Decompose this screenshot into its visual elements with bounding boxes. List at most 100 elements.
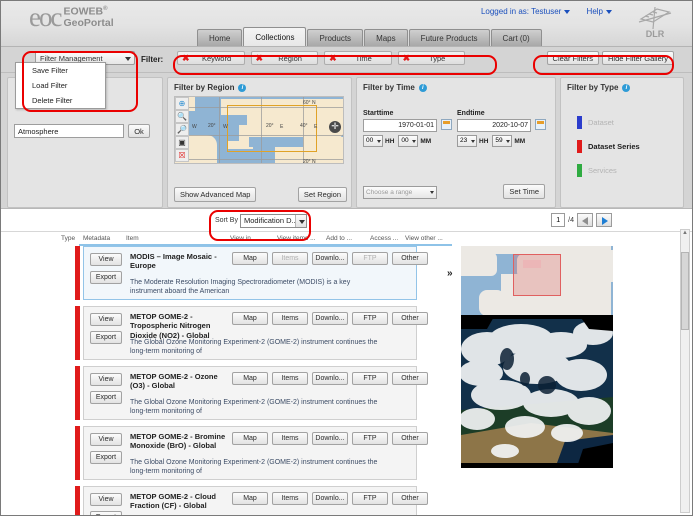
globe-icon[interactable]: ⊕ <box>175 97 189 110</box>
items-button[interactable]: Items <box>272 312 308 325</box>
pan-control-icon[interactable]: ✛ <box>329 121 341 133</box>
result-card[interactable]: View Export METOP GOME-2 - Bromine Monox… <box>83 426 428 480</box>
export-button[interactable]: Export <box>90 451 122 464</box>
zoom-out-icon[interactable]: 🔎 <box>175 123 189 136</box>
result-card[interactable]: View Export METOP GOME-2 - Tropospheric … <box>83 306 428 360</box>
view-button[interactable]: View <box>90 253 122 266</box>
map-button[interactable]: Map <box>232 372 268 385</box>
endtime-date-input[interactable] <box>457 119 531 132</box>
view-button[interactable]: View <box>90 313 122 326</box>
other-button[interactable]: Other <box>392 492 428 505</box>
remove-icon[interactable]: ✖ <box>399 52 415 64</box>
download-button[interactable]: Downlo... <box>312 312 348 325</box>
remove-icon[interactable]: ✖ <box>252 52 268 64</box>
items-button[interactable]: Items <box>272 492 308 505</box>
calendar-icon[interactable] <box>440 119 452 130</box>
world-coverage-map[interactable] <box>461 246 613 315</box>
tab-home[interactable]: Home <box>197 29 243 46</box>
starttime-date-input[interactable] <box>363 119 437 132</box>
table-row[interactable]: View Export METOP GOME-2 - Bromine Monox… <box>1 426 441 482</box>
sort-by-select[interactable]: Modification D... <box>240 214 307 228</box>
set-region-button[interactable]: Set Region <box>297 187 347 202</box>
download-button[interactable]: Downlo... <box>312 492 348 505</box>
ftp-button[interactable]: FTP <box>352 432 388 445</box>
logged-in-user-menu[interactable]: Logged in as: Testuser <box>481 7 571 16</box>
filter-chip-time[interactable]: ✖ Time <box>324 51 392 65</box>
hide-filter-gallery-button[interactable]: Hide Filter Gallery <box>601 51 674 65</box>
show-advanced-map-button[interactable]: Show Advanced Map <box>174 187 257 202</box>
tab-future-products[interactable]: Future Products <box>408 29 490 46</box>
starttime-minute-select[interactable]: 00 <box>398 135 419 147</box>
info-icon[interactable]: i <box>418 83 427 92</box>
next-page-button[interactable] <box>596 213 612 227</box>
export-button[interactable]: Export <box>90 511 122 515</box>
download-button[interactable]: Downlo... <box>312 252 348 265</box>
info-icon[interactable]: i <box>622 83 631 92</box>
other-button[interactable]: Other <box>392 432 428 445</box>
type-item-dataset-series[interactable]: Dataset Series <box>577 140 640 153</box>
result-card[interactable]: View Export METOP GOME-2 - Cloud Fractio… <box>83 486 428 515</box>
other-button[interactable]: Other <box>392 372 428 385</box>
result-card[interactable]: View Export METOP GOME-2 - Ozone (O3) - … <box>83 366 428 420</box>
tab-maps[interactable]: Maps <box>364 29 408 46</box>
calendar-icon[interactable] <box>534 119 546 130</box>
set-time-button[interactable]: Set Time <box>503 184 545 199</box>
view-button[interactable]: View <box>90 373 122 386</box>
view-button[interactable]: View <box>90 433 122 446</box>
ftp-button[interactable]: FTP <box>352 372 388 385</box>
map-button[interactable]: Map <box>232 432 268 445</box>
table-row[interactable]: View Export METOP GOME-2 - Tropospheric … <box>1 306 441 362</box>
type-item-dataset[interactable]: Dataset <box>577 116 640 129</box>
menu-item-save-filter[interactable]: Save Filter <box>16 63 105 78</box>
items-button[interactable]: Items <box>272 372 308 385</box>
filter-chip-keyword[interactable]: ✖ Keyword <box>177 51 245 65</box>
table-row[interactable]: View Export METOP GOME-2 - Ozone (O3) - … <box>1 366 441 422</box>
download-button[interactable]: Downlo... <box>312 432 348 445</box>
region-map-widget[interactable]: 60° N 20° N W 20° W 20° E 40° E ⊕ 🔍 🔎 ▣ … <box>174 96 344 164</box>
help-menu[interactable]: Help <box>587 7 612 16</box>
remove-icon[interactable]: ✖ <box>325 52 341 64</box>
endtime-minute-select[interactable]: 59 <box>492 135 513 147</box>
map-button[interactable]: Map <box>232 312 268 325</box>
clear-box-icon[interactable]: ☒ <box>175 149 189 162</box>
filter-chip-type[interactable]: ✖ Type <box>397 51 466 65</box>
export-button[interactable]: Export <box>90 331 122 344</box>
tab-products[interactable]: Products <box>307 29 364 46</box>
download-button[interactable]: Downlo... <box>312 372 348 385</box>
export-button[interactable]: Export <box>90 271 122 284</box>
choose-range-select[interactable]: Choose a range <box>363 186 437 199</box>
keyword-ok-button[interactable]: Ok <box>128 124 150 138</box>
tab-collections[interactable]: Collections <box>243 27 307 46</box>
expand-preview-icon[interactable]: » <box>447 268 453 279</box>
clear-filters-button[interactable]: Clear Filters <box>546 51 599 65</box>
menu-item-load-filter[interactable]: Load Filter <box>16 78 105 93</box>
filter-chip-region[interactable]: ✖ Region <box>250 51 319 65</box>
map-button[interactable]: Map <box>232 492 268 505</box>
ftp-button[interactable]: FTP <box>352 492 388 505</box>
export-button[interactable]: Export <box>90 391 122 404</box>
previous-page-button[interactable] <box>577 213 593 227</box>
result-card[interactable]: View Export MODIS – Image Mosaic - Europ… <box>83 246 428 300</box>
other-button[interactable]: Other <box>392 252 428 265</box>
table-row[interactable]: View Export METOP GOME-2 - Cloud Fractio… <box>1 486 441 515</box>
zoom-in-icon[interactable]: 🔍 <box>175 110 189 123</box>
view-button[interactable]: View <box>90 493 122 506</box>
other-button[interactable]: Other <box>392 312 428 325</box>
keyword-input[interactable] <box>14 124 124 138</box>
results-scrollbar[interactable]: ▲ <box>680 229 690 513</box>
draw-box-icon[interactable]: ▣ <box>175 136 189 149</box>
menu-item-delete-filter[interactable]: Delete Filter <box>16 93 105 108</box>
items-button[interactable]: Items <box>272 432 308 445</box>
tab-cart[interactable]: Cart (0) <box>490 29 542 46</box>
starttime-hour-select[interactable]: 00 <box>363 135 383 147</box>
scrollbar-thumb[interactable] <box>681 252 689 330</box>
endtime-hour-select[interactable]: 23 <box>457 135 477 147</box>
scroll-up-icon[interactable]: ▲ <box>681 230 689 239</box>
info-icon[interactable]: i <box>238 83 247 92</box>
map-button[interactable]: Map <box>232 252 268 265</box>
satellite-preview-image[interactable] <box>461 315 613 468</box>
table-row[interactable]: View Export MODIS – Image Mosaic - Europ… <box>1 246 453 302</box>
page-number-input[interactable] <box>551 213 566 227</box>
remove-icon[interactable]: ✖ <box>178 52 194 64</box>
ftp-button[interactable]: FTP <box>352 312 388 325</box>
